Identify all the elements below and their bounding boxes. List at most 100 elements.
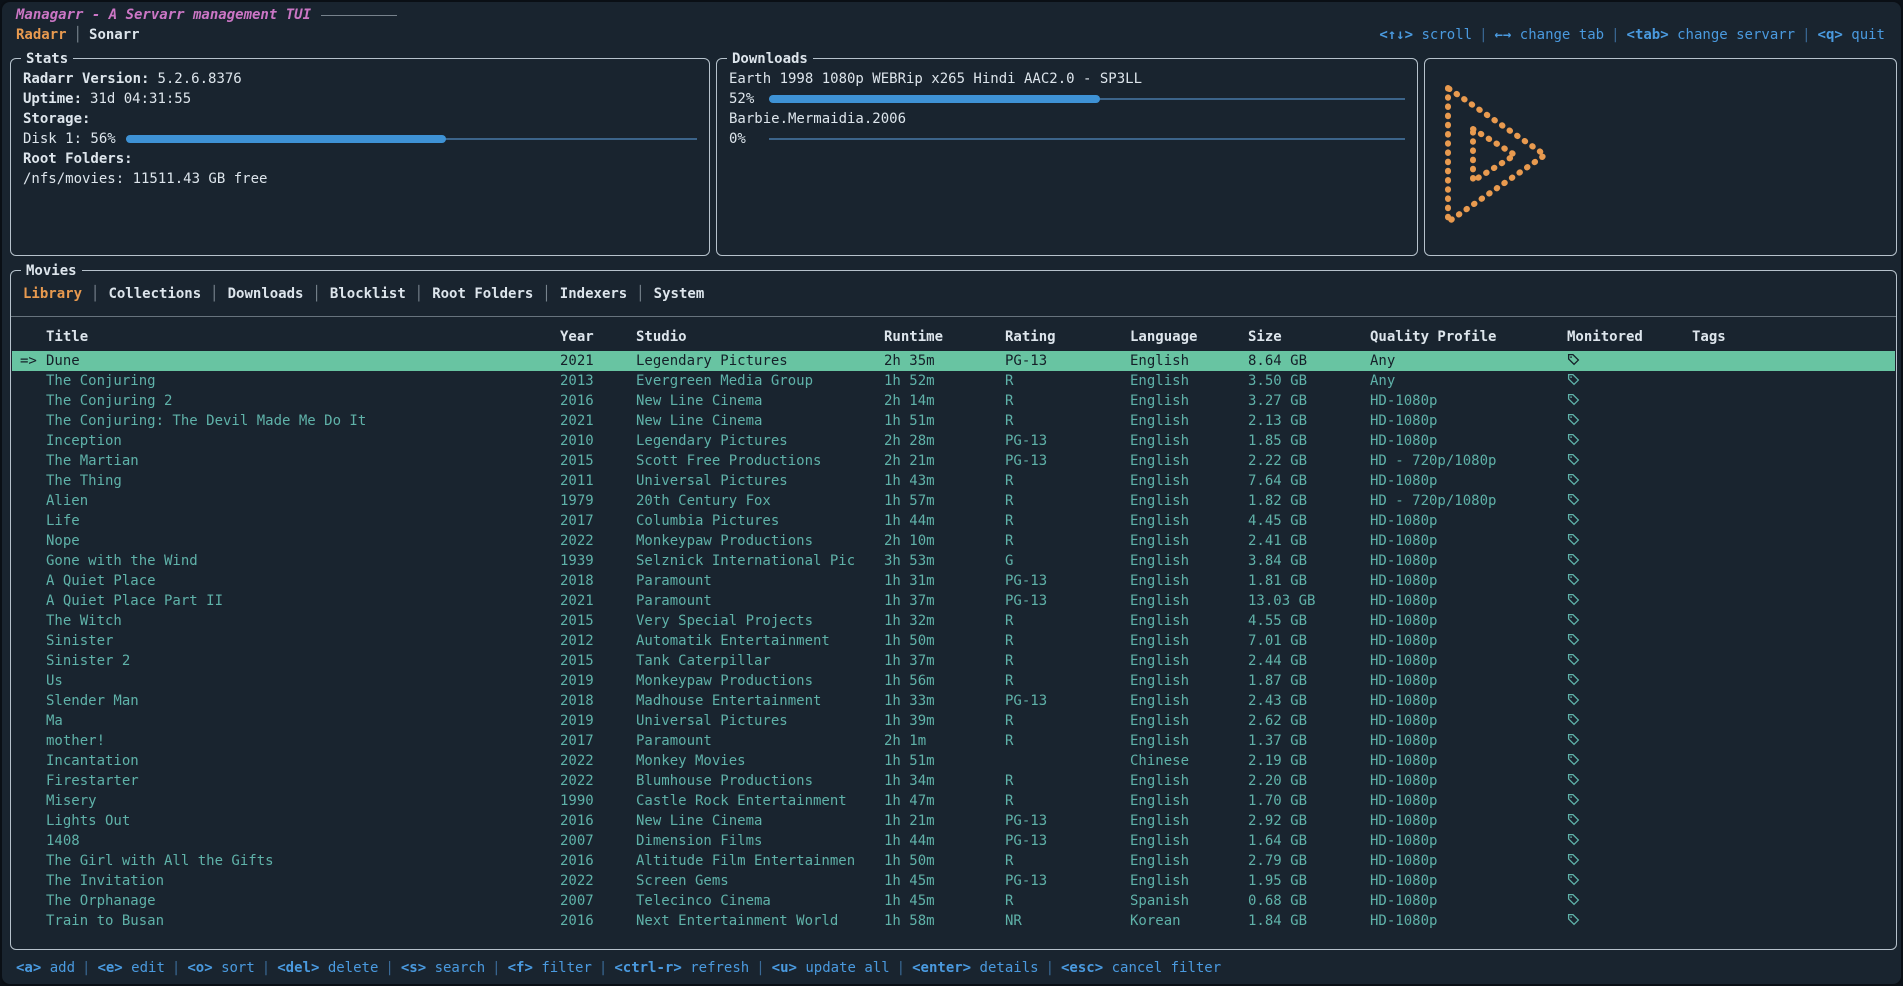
servarr-tab-sonarr[interactable]: Sonarr <box>82 27 147 43</box>
cell-runtime: 1h 34m <box>884 771 1005 791</box>
cell-year: 2007 <box>560 831 636 851</box>
selection-marker <box>20 471 46 491</box>
tag-icon <box>1567 613 1580 626</box>
cell-title: A Quiet Place Part II <box>46 591 560 611</box>
cell-size: 2.62 GB <box>1248 711 1370 731</box>
tab-library[interactable]: Library <box>23 286 91 302</box>
column-header-quality-profile: Quality Profile <box>1370 327 1567 347</box>
key-action-label: details <box>971 960 1038 976</box>
cell-size: 7.01 GB <box>1248 631 1370 651</box>
movie-row[interactable]: Inception2010Legendary Pictures2h 28mPG-… <box>12 431 1895 451</box>
movie-row[interactable]: The Thing2011Universal Pictures1h 43mREn… <box>12 471 1895 491</box>
movie-row[interactable]: Sinister2012Automatik Entertainment1h 50… <box>12 631 1895 651</box>
movie-row[interactable]: =>Dune2021Legendary Pictures2h 35mPG-13E… <box>12 351 1895 371</box>
movie-row[interactable]: A Quiet Place Part II2021Paramount1h 37m… <box>12 591 1895 611</box>
movie-row[interactable]: Life2017Columbia Pictures1h 44mREnglish4… <box>12 511 1895 531</box>
cell-monitored <box>1567 911 1692 931</box>
cell-monitored <box>1567 891 1692 911</box>
cell-quality-profile: HD-1080p <box>1370 651 1567 671</box>
cell-language: English <box>1130 431 1248 451</box>
movie-row[interactable]: The Invitation2022Screen Gems1h 45mPG-13… <box>12 871 1895 891</box>
tab-indexers[interactable]: Indexers <box>551 286 636 302</box>
progressbar-fill <box>769 95 1100 103</box>
movie-row[interactable]: The Conjuring2013Evergreen Media Group1h… <box>12 371 1895 391</box>
managarr-logo-icon <box>1441 81 1553 229</box>
cell-size: 2.79 GB <box>1248 851 1370 871</box>
cell-monitored <box>1567 371 1692 391</box>
key-action-label: scroll <box>1413 27 1472 43</box>
tag-icon <box>1567 473 1580 486</box>
movie-row[interactable]: mother!2017Paramount2h 1mREnglish1.37 GB… <box>12 731 1895 751</box>
cell-language: English <box>1130 671 1248 691</box>
cell-title: Nope <box>46 531 560 551</box>
keybar-separator: | <box>890 960 912 976</box>
cell-runtime: 1h 57m <box>884 491 1005 511</box>
cell-runtime: 2h 10m <box>884 531 1005 551</box>
movie-row[interactable]: Us2019Monkeypaw Productions1h 56mREnglis… <box>12 671 1895 691</box>
movie-row[interactable]: The Conjuring: The Devil Made Me Do It20… <box>12 411 1895 431</box>
cell-quality-profile: HD-1080p <box>1370 471 1567 491</box>
cell-year: 2019 <box>560 671 636 691</box>
tab-downloads[interactable]: Downloads <box>219 286 313 302</box>
cell-year: 2022 <box>560 531 636 551</box>
cell-year: 2016 <box>560 911 636 931</box>
movie-row[interactable]: Ma2019Universal Pictures1h 39mREnglish2.… <box>12 711 1895 731</box>
cell-year: 2015 <box>560 451 636 471</box>
movie-row[interactable]: Misery1990Castle Rock Entertainment1h 47… <box>12 791 1895 811</box>
cell-title: The Thing <box>46 471 560 491</box>
tag-icon <box>1567 753 1580 766</box>
movie-row[interactable]: The Witch2015Very Special Projects1h 32m… <box>12 611 1895 631</box>
cell-tags <box>1692 431 1895 451</box>
movies-key-update-all: <u> update all <box>772 960 890 976</box>
movie-row[interactable]: Alien197920th Century Fox1h 57mREnglish1… <box>12 491 1895 511</box>
movie-row[interactable]: The Girl with All the Gifts2016Altitude … <box>12 851 1895 871</box>
movie-row[interactable]: A Quiet Place2018Paramount1h 31mPG-13Eng… <box>12 571 1895 591</box>
tab-root-folders[interactable]: Root Folders <box>423 286 542 302</box>
download-progressbar <box>769 129 1405 149</box>
tab-collections[interactable]: Collections <box>99 286 210 302</box>
tab-blocklist[interactable]: Blocklist <box>321 286 415 302</box>
global-key-change-tab: ←→ change tab <box>1495 27 1605 43</box>
cell-title: Dune <box>46 351 560 371</box>
tab-system[interactable]: System <box>645 286 714 302</box>
cell-quality-profile: HD-1080p <box>1370 911 1567 931</box>
cell-year: 2016 <box>560 851 636 871</box>
servarr-tab-radarr[interactable]: Radarr <box>16 27 74 43</box>
tab-separator: │ <box>542 286 550 302</box>
cell-year: 2015 <box>560 611 636 631</box>
cell-monitored <box>1567 651 1692 671</box>
movie-row[interactable]: Sinister 22015Tank Caterpillar1h 37mREng… <box>12 651 1895 671</box>
cell-year: 2007 <box>560 891 636 911</box>
movie-row[interactable]: Slender Man2018Madhouse Entertainment1h … <box>12 691 1895 711</box>
movie-row[interactable]: Incantation2022Monkey Movies1h 51mChines… <box>12 751 1895 771</box>
cell-studio: Monkey Movies <box>636 751 884 771</box>
cell-year: 2021 <box>560 591 636 611</box>
cell-studio: New Line Cinema <box>636 811 884 831</box>
cell-rating: R <box>1005 371 1130 391</box>
movie-row[interactable]: The Conjuring 22016New Line Cinema2h 14m… <box>12 391 1895 411</box>
cell-tags <box>1692 751 1895 771</box>
movie-row[interactable]: 14082007Dimension Films1h 44mPG-13Englis… <box>12 831 1895 851</box>
cell-size: 2.19 GB <box>1248 751 1370 771</box>
movie-row[interactable]: Lights Out2016New Line Cinema1h 21mPG-13… <box>12 811 1895 831</box>
tag-icon <box>1567 653 1580 666</box>
cell-year: 2022 <box>560 751 636 771</box>
movie-row[interactable]: Gone with the Wind1939Selznick Internati… <box>12 551 1895 571</box>
tag-icon <box>1567 373 1580 386</box>
cell-monitored <box>1567 551 1692 571</box>
cell-year: 2016 <box>560 391 636 411</box>
movie-row[interactable]: Nope2022Monkeypaw Productions2h 10mREngl… <box>12 531 1895 551</box>
cell-monitored <box>1567 631 1692 651</box>
cell-size: 1.82 GB <box>1248 491 1370 511</box>
cell-year: 2022 <box>560 771 636 791</box>
movie-row[interactable]: The Martian2015Scott Free Productions2h … <box>12 451 1895 471</box>
column-header-marker <box>20 327 46 347</box>
managarr-logo <box>1441 81 1553 233</box>
progressbar-track <box>769 138 1405 140</box>
movie-row[interactable]: Train to Busan2016Next Entertainment Wor… <box>12 911 1895 931</box>
cell-rating: R <box>1005 791 1130 811</box>
cell-year: 1979 <box>560 491 636 511</box>
cell-runtime: 2h 28m <box>884 431 1005 451</box>
movie-row[interactable]: Firestarter2022Blumhouse Productions1h 3… <box>12 771 1895 791</box>
movie-row[interactable]: The Orphanage2007Telecinco Cinema1h 45mR… <box>12 891 1895 911</box>
